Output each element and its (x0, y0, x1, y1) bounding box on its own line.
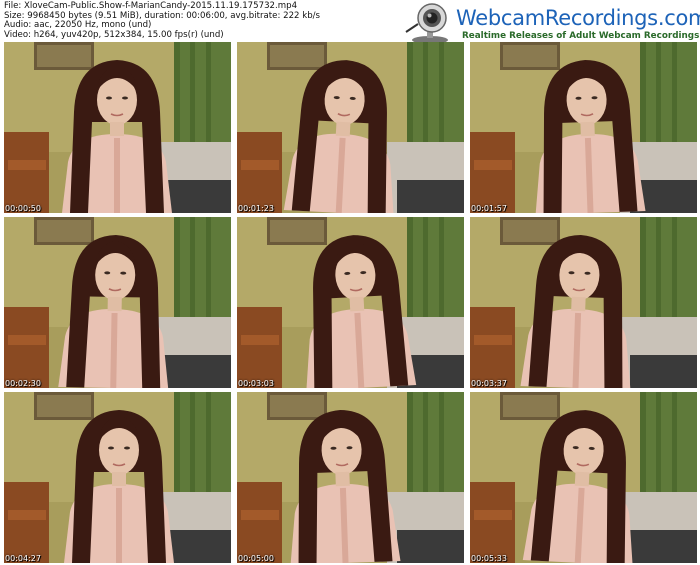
thumbnail-timestamp: 00:03:37 (471, 379, 507, 388)
thumbnail-timestamp: 00:05:00 (238, 554, 274, 563)
video-thumbnail[interactable]: 00:01:23 (237, 42, 464, 213)
video-thumbnail[interactable]: 00:03:37 (470, 217, 697, 388)
video-thumbnail[interactable]: 00:00:50 (4, 42, 231, 213)
video-thumbnail[interactable]: 00:03:03 (237, 217, 464, 388)
thumbnail-timestamp: 00:05:33 (471, 554, 507, 563)
logo-tagline: Realtime Releases of Adult Webcam Record… (462, 31, 700, 41)
video-thumbnail[interactable]: 00:05:00 (237, 392, 464, 563)
thumbnail-image (4, 217, 231, 388)
thumbnail-image (237, 217, 464, 388)
thumbnail-image (237, 392, 464, 563)
thumbnail-timestamp: 00:00:50 (5, 204, 41, 213)
file-info: File: XloveCam-Public.Show-f-MarianCandy… (4, 1, 404, 40)
thumbnail-image (470, 42, 697, 213)
thumbnail-timestamp: 00:03:03 (238, 379, 274, 388)
logo-title: WebcamRecordings.com (456, 6, 700, 30)
webcam-icon (405, 3, 448, 44)
thumbnail-grid: 00:00:50 00:01:23 00:01:57 00:02:30 00:0… (4, 42, 697, 563)
video-thumbnail[interactable]: 00:04:27 (4, 392, 231, 563)
video-thumbnail[interactable]: 00:02:30 (4, 217, 231, 388)
video-thumbnail[interactable]: 00:01:57 (470, 42, 697, 213)
thumbnail-timestamp: 00:01:23 (238, 204, 274, 213)
thumbnail-image (4, 392, 231, 563)
thumbnail-image (4, 42, 231, 213)
thumbnail-image (237, 42, 464, 213)
video-thumbnail[interactable]: 00:05:33 (470, 392, 697, 563)
thumbnail-image (470, 217, 697, 388)
site-logo[interactable]: WebcamRecordings.com Realtime Releases o… (400, 2, 700, 46)
thumbnail-timestamp: 00:02:30 (5, 379, 41, 388)
thumbnail-timestamp: 00:01:57 (471, 204, 507, 213)
thumbnail-image (470, 392, 697, 563)
thumbnail-timestamp: 00:04:27 (5, 554, 41, 563)
video-info: Video: h264, yuv420p, 512x384, 15.00 fps… (4, 29, 224, 40)
